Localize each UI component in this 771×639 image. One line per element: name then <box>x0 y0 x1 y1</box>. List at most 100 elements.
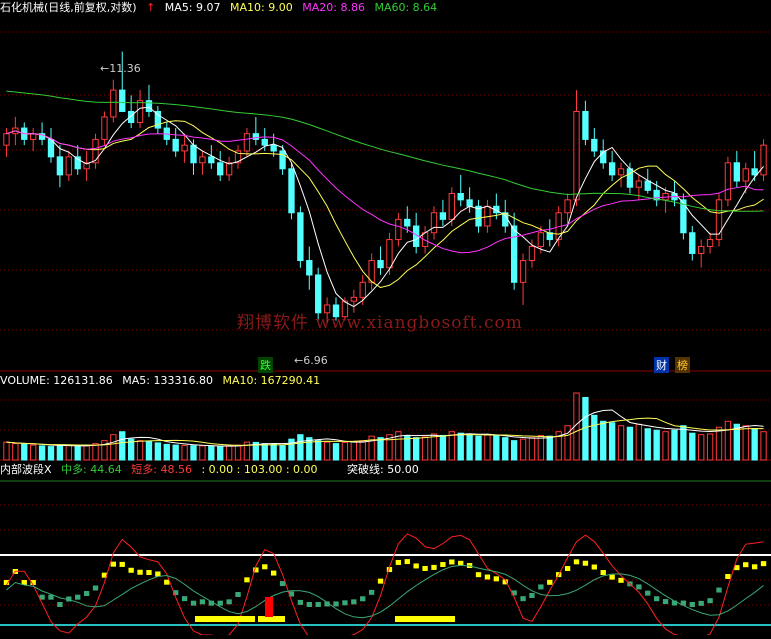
badge-ranking[interactable]: 榜 <box>675 357 690 373</box>
volume-bar <box>190 445 197 461</box>
candle-body <box>3 133 10 146</box>
indicator-bar <box>413 563 419 569</box>
indicator-bar <box>698 600 704 606</box>
candle-body <box>635 180 643 188</box>
volume-bar <box>217 446 224 461</box>
volume-bar <box>430 433 438 461</box>
volume-bar <box>74 445 81 461</box>
high-price-label: ←11.36 <box>100 62 141 75</box>
candle-body <box>466 199 473 207</box>
candle-body <box>110 89 117 118</box>
candle-body <box>261 138 268 146</box>
volume-bar <box>172 444 179 461</box>
signal-block <box>195 616 255 622</box>
volume-bar <box>261 443 268 461</box>
volume-bar <box>377 437 384 461</box>
candle-body <box>573 110 580 201</box>
indicator-bar <box>520 596 526 602</box>
volume-bar <box>662 431 669 461</box>
volume-bar <box>47 446 55 461</box>
indicator-bar <box>493 576 500 582</box>
candle-body <box>582 110 589 140</box>
indicator-bar <box>92 585 99 591</box>
candle-body <box>56 156 64 176</box>
volume-bar <box>404 435 411 461</box>
volume-bar <box>56 444 64 461</box>
candle-body <box>617 168 625 176</box>
candle-body <box>608 162 616 176</box>
volume-bar <box>323 441 331 461</box>
indicator-bar <box>484 574 491 580</box>
volume-bar <box>145 440 153 461</box>
volume-bar <box>475 435 482 461</box>
candle-body <box>359 281 366 298</box>
volume-bar <box>439 434 447 461</box>
volume-bar <box>234 444 242 461</box>
candle-body <box>172 138 179 152</box>
indicator-bar <box>306 602 312 607</box>
candle-body <box>101 116 108 140</box>
volume-bar <box>83 445 90 461</box>
arrow-left-icon: ← <box>100 62 110 75</box>
volume-bar <box>742 425 749 461</box>
indicator-bar <box>351 599 357 605</box>
candle-body <box>386 239 393 269</box>
candle-body <box>626 168 634 188</box>
indicator-bar <box>244 577 250 583</box>
ma5-value: MA5: 9.07 <box>164 1 221 14</box>
indicator-bar <box>725 574 731 579</box>
volume-bar <box>724 420 732 461</box>
candle-body <box>698 245 705 254</box>
volume-bar <box>546 435 553 461</box>
indicator-bar <box>653 596 660 602</box>
ma10-line <box>6 120 764 289</box>
indicator-bar <box>155 571 161 577</box>
signal-red-block <box>265 597 273 617</box>
indicator-bar <box>235 592 241 597</box>
indicator-bar <box>315 602 321 607</box>
indicator-breakthrough: 突破线: 50.00 <box>347 463 419 476</box>
indicator-bar <box>707 598 713 604</box>
volume-bar <box>119 431 126 461</box>
candle-body <box>145 100 153 112</box>
indicator-bar <box>199 599 206 605</box>
volume-bar <box>528 437 536 461</box>
volume-bar <box>315 440 322 461</box>
candle-body <box>395 218 402 241</box>
indicator-bar <box>217 600 223 606</box>
badge-finance[interactable]: 财 <box>654 357 669 373</box>
volume-bar <box>413 437 420 461</box>
volume-bar <box>199 445 206 461</box>
candle-body <box>742 168 749 182</box>
volume-bar <box>617 425 625 461</box>
candle-body <box>564 199 571 214</box>
stock-chart[interactable]: 石化机械(日线,前复权,对数) ↑ MA5: 9.07 MA10: 9.00 M… <box>0 0 771 639</box>
volume-bar <box>653 429 660 461</box>
badge-fall[interactable]: 跌 <box>258 357 273 373</box>
indicator-bar <box>591 564 597 570</box>
volume-bar <box>751 428 758 461</box>
indicator-bar <box>368 589 375 595</box>
indicator-mid: 中多: 44.64 <box>61 463 122 476</box>
candle-body <box>448 193 455 220</box>
candle-body <box>181 144 188 152</box>
indicator-bar <box>181 596 188 602</box>
candle-body <box>457 193 464 201</box>
indicator-bar <box>609 574 615 580</box>
candle-body <box>706 239 714 247</box>
indicator-bar <box>377 578 384 584</box>
volume-bar <box>689 432 696 461</box>
indicator-bar <box>618 577 624 583</box>
chart-title: 石化机械(日线,前复权,对数) <box>0 1 137 14</box>
indicator-bar <box>449 559 455 565</box>
volume-bar <box>493 434 500 461</box>
candle-body <box>217 162 224 176</box>
ma60-value: MA60: 8.64 <box>374 1 438 14</box>
moving-average-lines <box>6 90 764 308</box>
candle-body <box>243 133 251 152</box>
volume-bar <box>208 445 215 461</box>
indicator-bar <box>297 599 304 605</box>
indicator-header: 内部波段X 中多: 44.64 短多: 48.56 : 0.00 : 103.0… <box>0 462 425 478</box>
candle-body <box>430 212 438 234</box>
candle-body <box>439 212 447 220</box>
